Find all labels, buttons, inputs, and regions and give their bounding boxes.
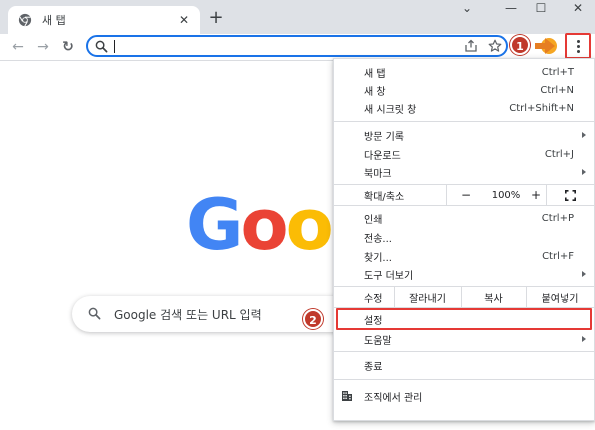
submenu-arrow-icon bbox=[582, 132, 586, 138]
maximize-button[interactable]: ☐ bbox=[526, 0, 556, 20]
menu-separator bbox=[334, 379, 594, 380]
tab-new-tab[interactable]: 새 탭 ✕ bbox=[8, 6, 200, 34]
text-cursor bbox=[114, 40, 115, 53]
menu-item-bookmarks[interactable]: 북마크 bbox=[334, 163, 594, 181]
building-icon bbox=[342, 391, 352, 401]
menu-item-downloads[interactable]: 다운로드 Ctrl+J bbox=[334, 145, 594, 163]
dot-icon bbox=[577, 40, 580, 43]
menu-item-more-tools[interactable]: 도구 더보기 bbox=[334, 265, 594, 283]
omnibox[interactable] bbox=[86, 35, 508, 57]
logo-letter: G bbox=[186, 184, 243, 266]
logo-letter: o bbox=[285, 184, 334, 266]
search-placeholder: Google 검색 또는 URL 입력 bbox=[114, 308, 262, 322]
copy-button[interactable]: 복사 bbox=[461, 287, 526, 307]
menu-item-cast[interactable]: 전송... bbox=[334, 228, 594, 246]
paste-button[interactable]: 붙여넣기 bbox=[526, 287, 594, 307]
forward-button[interactable]: → bbox=[33, 37, 53, 57]
menu-item-find[interactable]: 찾기... Ctrl+F bbox=[334, 247, 594, 265]
chrome-menu: 새 탭 Ctrl+T 새 창 Ctrl+N 새 시크릿 창 Ctrl+Shift… bbox=[333, 58, 595, 421]
menu-separator bbox=[334, 205, 594, 206]
dot-icon bbox=[577, 50, 580, 53]
menu-separator bbox=[334, 121, 594, 122]
menu-item-incognito[interactable]: 새 시크릿 창 Ctrl+Shift+N bbox=[334, 99, 594, 117]
menu-item-new-window[interactable]: 새 창 Ctrl+N bbox=[334, 81, 594, 99]
step-badge-2: 2 bbox=[303, 309, 323, 329]
zoom-label: 확대/축소 bbox=[364, 191, 405, 203]
new-tab-button[interactable]: + bbox=[206, 9, 226, 29]
menu-item-new-tab[interactable]: 새 탭 Ctrl+T bbox=[334, 63, 594, 81]
menu-button[interactable] bbox=[565, 33, 591, 59]
submenu-arrow-icon bbox=[582, 336, 586, 342]
reload-button[interactable]: ↻ bbox=[58, 37, 78, 57]
fullscreen-button[interactable] bbox=[547, 185, 594, 205]
close-icon[interactable]: ✕ bbox=[176, 12, 192, 28]
dot-icon bbox=[577, 45, 580, 48]
back-button[interactable]: ← bbox=[8, 37, 28, 57]
edit-row: 수정 잘라내기 복사 붙여넣기 bbox=[334, 287, 594, 307]
zoom-in-button[interactable]: + bbox=[526, 185, 546, 205]
menu-separator bbox=[334, 351, 594, 352]
submenu-arrow-icon bbox=[582, 271, 586, 277]
menu-item-print[interactable]: 인쇄 Ctrl+P bbox=[334, 209, 594, 227]
step-badge-1: 1 bbox=[510, 35, 530, 55]
menu-item-exit[interactable]: 종료 bbox=[334, 356, 594, 374]
submenu-arrow-icon bbox=[582, 169, 586, 175]
cut-button[interactable]: 잘라내기 bbox=[394, 287, 461, 307]
arrow-icon bbox=[535, 38, 557, 54]
tab-search-dropdown[interactable]: ⌄ bbox=[452, 0, 482, 20]
search-icon bbox=[88, 307, 101, 320]
menu-item-history[interactable]: 방문 기록 bbox=[334, 126, 594, 144]
share-icon[interactable] bbox=[464, 39, 478, 53]
menu-item-managed[interactable]: 조직에서 관리 bbox=[334, 387, 594, 405]
settings-highlight bbox=[336, 308, 592, 330]
menu-item-help[interactable]: 도움말 bbox=[334, 330, 594, 348]
minimize-button[interactable]: — bbox=[496, 0, 526, 20]
zoom-row: 확대/축소 − 100% + bbox=[334, 185, 594, 205]
chrome-icon bbox=[18, 13, 32, 27]
star-icon[interactable] bbox=[488, 39, 502, 53]
logo-letter: o bbox=[240, 184, 288, 266]
omnibox-input[interactable] bbox=[114, 38, 434, 54]
window-close-button[interactable]: ✕ bbox=[563, 0, 593, 20]
search-icon bbox=[95, 40, 108, 53]
zoom-value: 100% bbox=[491, 189, 521, 201]
tab-title: 새 탭 bbox=[42, 14, 66, 27]
zoom-out-button[interactable]: − bbox=[446, 185, 486, 205]
edit-label: 수정 bbox=[364, 293, 383, 305]
fullscreen-icon bbox=[565, 189, 576, 201]
